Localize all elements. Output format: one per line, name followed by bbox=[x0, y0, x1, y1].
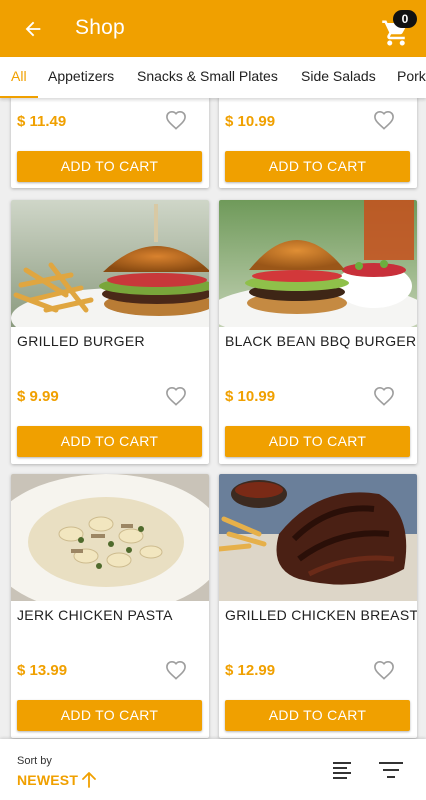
heart-icon[interactable] bbox=[373, 660, 395, 680]
tab-appetizers[interactable]: Appetizers bbox=[48, 57, 114, 98]
add-to-cart-button[interactable]: ADD TO CART bbox=[17, 151, 202, 182]
product-card[interactable]: GRILLED BURGER $ 9.99 ADD TO CART bbox=[11, 200, 209, 464]
product-image[interactable] bbox=[219, 200, 417, 327]
product-name: BLACK BEAN BBQ BURGER bbox=[225, 333, 417, 349]
product-price: $ 10.99 bbox=[225, 113, 276, 130]
heart-icon[interactable] bbox=[165, 386, 187, 406]
filter-icon[interactable] bbox=[378, 760, 404, 780]
add-to-cart-button[interactable]: ADD TO CART bbox=[225, 700, 410, 731]
product-grid: $ 11.49 ADD TO CART $ 10.99 ADD TO CART bbox=[0, 98, 426, 739]
sort-filter-bar: Sort by NEWEST bbox=[0, 739, 426, 800]
product-name: GRILLED CHICKEN BREAST bbox=[225, 607, 417, 623]
product-price: $ 9.99 bbox=[17, 388, 59, 405]
category-tabs: All Appetizers Snacks & Small Plates Sid… bbox=[0, 57, 426, 98]
tab-all[interactable]: All bbox=[0, 57, 38, 98]
add-to-cart-button[interactable]: ADD TO CART bbox=[17, 426, 202, 457]
product-price: $ 12.99 bbox=[225, 662, 276, 679]
product-image[interactable] bbox=[11, 474, 209, 601]
product-price: $ 13.99 bbox=[17, 662, 68, 679]
add-to-cart-button[interactable]: ADD TO CART bbox=[225, 426, 410, 457]
sort-caption: Sort by bbox=[17, 755, 52, 767]
app-bar: Shop 0 bbox=[0, 0, 426, 57]
product-name: JERK CHICKEN PASTA bbox=[17, 607, 173, 623]
tab-pork[interactable]: Pork bbox=[397, 57, 426, 98]
product-price: $ 10.99 bbox=[225, 388, 276, 405]
tab-snacks-small-plates[interactable]: Snacks & Small Plates bbox=[137, 57, 278, 98]
cart-count-badge: 0 bbox=[393, 10, 417, 28]
arrow-up-icon[interactable] bbox=[82, 772, 96, 788]
sort-dropdown[interactable]: NEWEST bbox=[17, 772, 78, 788]
page-title: Shop bbox=[75, 16, 125, 39]
back-button[interactable] bbox=[18, 14, 48, 44]
list-view-icon[interactable] bbox=[330, 760, 354, 780]
heart-icon[interactable] bbox=[165, 110, 187, 130]
heart-icon[interactable] bbox=[165, 660, 187, 680]
product-card[interactable]: GRILLED CHICKEN BREAST $ 12.99 ADD TO CA… bbox=[219, 474, 417, 738]
product-image[interactable] bbox=[219, 474, 417, 601]
arrow-left-icon bbox=[25, 21, 41, 37]
product-name: GRILLED BURGER bbox=[17, 333, 145, 349]
product-price: $ 11.49 bbox=[17, 113, 67, 130]
add-to-cart-button[interactable]: ADD TO CART bbox=[225, 151, 410, 182]
heart-icon[interactable] bbox=[373, 110, 395, 130]
heart-icon[interactable] bbox=[373, 386, 395, 406]
product-card[interactable]: JERK CHICKEN PASTA $ 13.99 ADD TO CART bbox=[11, 474, 209, 738]
product-card[interactable]: $ 10.99 ADD TO CART bbox=[219, 98, 417, 188]
product-card[interactable]: $ 11.49 ADD TO CART bbox=[11, 98, 209, 188]
product-card[interactable]: BLACK BEAN BBQ BURGER $ 10.99 ADD TO CAR… bbox=[219, 200, 417, 464]
product-image[interactable] bbox=[11, 200, 209, 327]
tab-side-salads[interactable]: Side Salads bbox=[301, 57, 376, 98]
add-to-cart-button[interactable]: ADD TO CART bbox=[17, 700, 202, 731]
